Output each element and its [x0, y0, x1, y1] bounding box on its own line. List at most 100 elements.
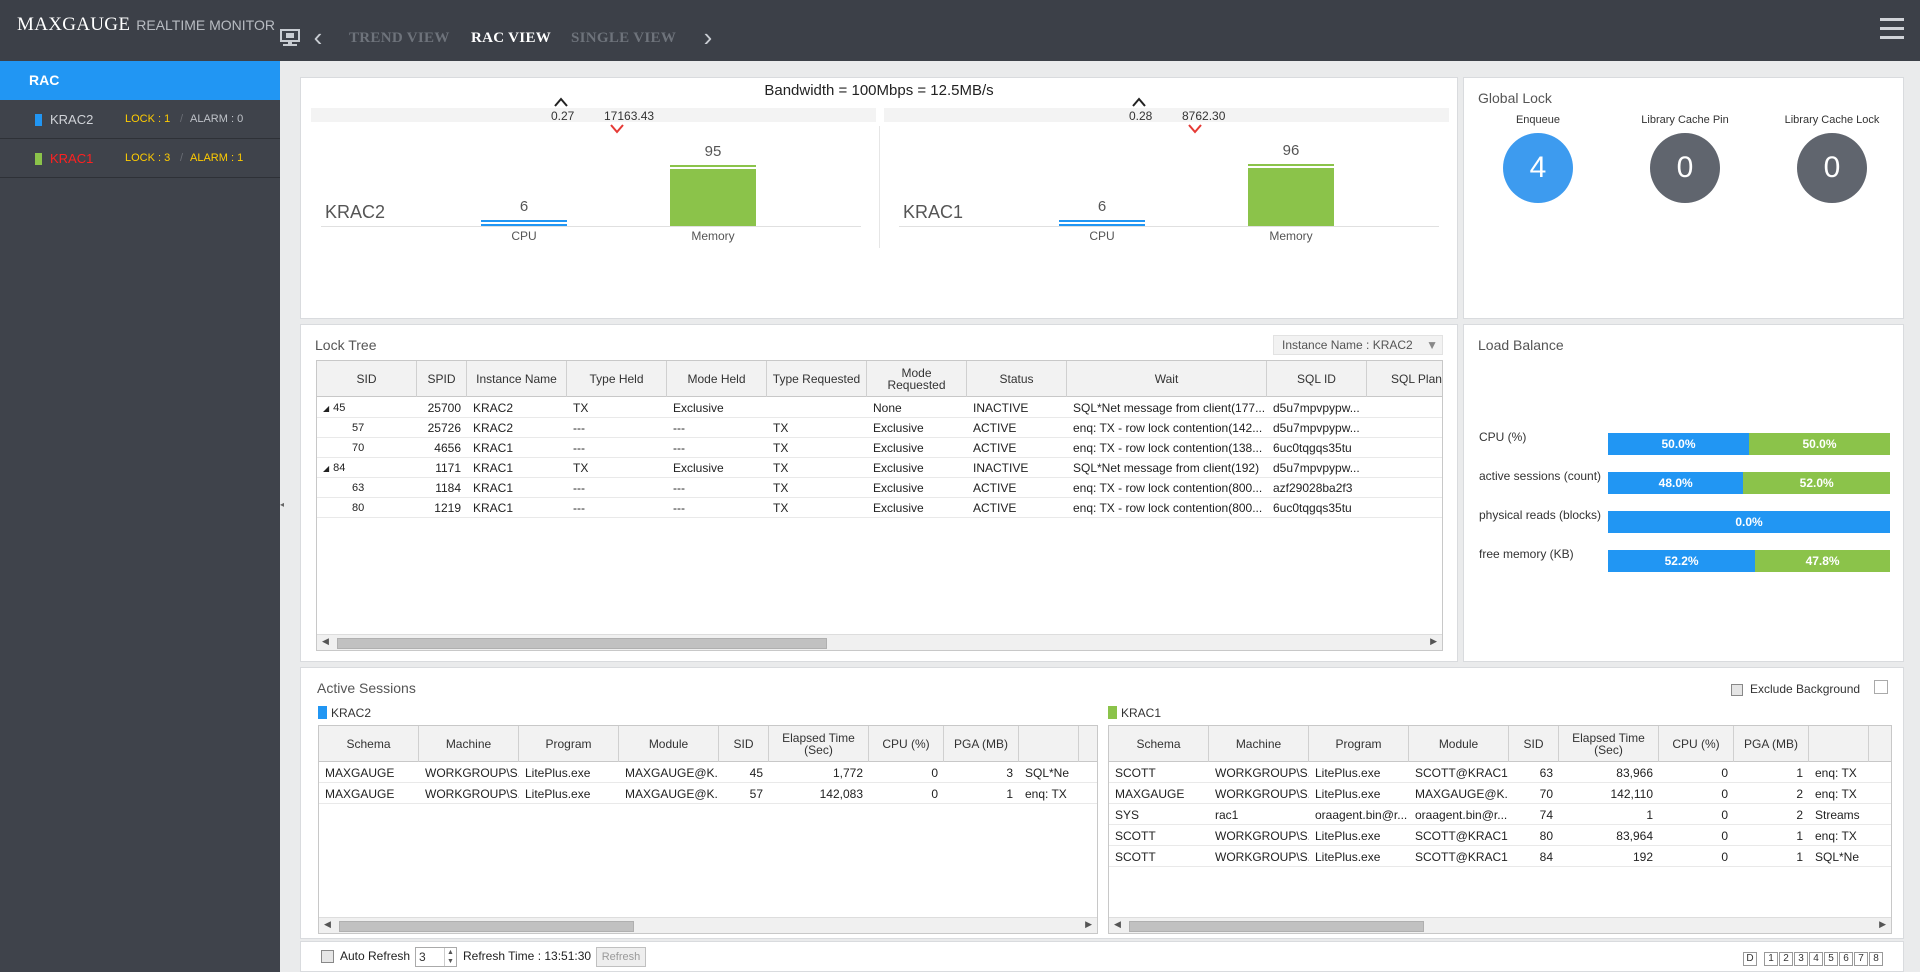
layout-page-button[interactable]: 4: [1809, 952, 1823, 966]
table-row[interactable]: SCOTT WORKGROUP\S... LitePlus.exe SCOTT@KRA…: [1109, 826, 1891, 846]
column-header[interactable]: Type Held: [567, 361, 667, 397]
column-header[interactable]: [1809, 726, 1869, 762]
table-row[interactable]: MAXGAUGE WORKGROUP\S... LitePlus.exe MAXGAU…: [319, 763, 1097, 783]
column-header[interactable]: SID: [317, 361, 417, 397]
refresh-button[interactable]: Refresh: [596, 947, 646, 967]
auto-refresh-checkbox[interactable]: [321, 950, 334, 963]
stepper-arrows-icon[interactable]: ▲ ▼: [444, 948, 456, 966]
table-row[interactable]: ◢ 45 25700 KRAC2 TX Exclusive None INACTIVE SQL*…: [317, 398, 1442, 418]
layout-page-button[interactable]: 6: [1839, 952, 1853, 966]
hamburger-menu-icon[interactable]: [1880, 18, 1904, 40]
scroll-right-icon[interactable]: ▶: [1430, 636, 1437, 647]
column-header[interactable]: Elapsed Time (Sec): [769, 726, 869, 762]
column-header[interactable]: CPU (%): [869, 726, 944, 762]
grid-header: SID SPID Instance Name Type Held Mode Held Ty…: [317, 361, 1442, 397]
horizontal-scrollbar[interactable]: ◀ ▶: [317, 634, 1442, 650]
table-row[interactable]: MAXGAUGE WORKGROUP\S... LitePlus.exe MAXGAU…: [319, 784, 1097, 804]
scrollbar-thumb[interactable]: [337, 638, 827, 649]
table-row[interactable]: SYS rac1 oraagent.bin@r... oraagent.bin@r..…: [1109, 805, 1891, 825]
sidebar-item-krac2[interactable]: KRAC2 LOCK : 1 / ALARM : 0: [0, 100, 280, 139]
table-cell: Exclusive: [873, 421, 924, 435]
column-header[interactable]: Program: [1309, 726, 1409, 762]
table-row[interactable]: SCOTT WORKGROUP\S... LitePlus.exe SCOTT@KRA…: [1109, 847, 1891, 867]
layout-page-button[interactable]: 2: [1779, 952, 1793, 966]
tab-rac-view[interactable]: RAC VIEW: [471, 30, 551, 47]
table-row[interactable]: 70 4656 KRAC1 --- --- TX Exclusive ACTIVE enq: T…: [317, 438, 1442, 458]
column-header[interactable]: Wait: [1067, 361, 1267, 397]
column-header[interactable]: Module: [1409, 726, 1509, 762]
scrollbar-thumb[interactable]: [1129, 921, 1424, 932]
caret-up-icon: [554, 97, 568, 107]
scroll-right-icon[interactable]: ▶: [1085, 919, 1092, 930]
load-balance-bar: 50.0% 50.0%: [1608, 433, 1890, 455]
column-header[interactable]: Machine: [1209, 726, 1309, 762]
column-header[interactable]: Schema: [1109, 726, 1209, 762]
scroll-left-icon[interactable]: ◀: [1114, 919, 1121, 930]
bandwidth-title: Bandwidth = 100Mbps = 12.5MB/s: [764, 82, 994, 99]
chevron-right-icon[interactable]: ›: [696, 24, 720, 52]
chevron-down-icon[interactable]: ▼: [1426, 336, 1438, 354]
layout-page-button[interactable]: 7: [1854, 952, 1868, 966]
column-header[interactable]: Mode Held: [667, 361, 767, 397]
table-row[interactable]: 57 25726 KRAC2 --- --- TX Exclusive ACTIVE enq: …: [317, 418, 1442, 438]
column-header[interactable]: Module: [619, 726, 719, 762]
column-header[interactable]: Elapsed Time (Sec): [1559, 726, 1659, 762]
tree-expand-icon[interactable]: ◢: [323, 464, 329, 473]
export-icon[interactable]: [1874, 680, 1888, 694]
sidebar-item-krac1[interactable]: KRAC1 LOCK : 3 / ALARM : 1: [0, 139, 280, 178]
library-cache-pin-count[interactable]: 0: [1650, 133, 1720, 203]
enqueue-count[interactable]: 4: [1503, 133, 1573, 203]
column-header[interactable]: SID: [1509, 726, 1559, 762]
column-header[interactable]: SPID: [417, 361, 467, 397]
column-header[interactable]: Schema: [319, 726, 419, 762]
column-header[interactable]: PGA (MB): [1734, 726, 1809, 762]
table-row[interactable]: ◢ 84 1171 KRAC1 TX Exclusive TX Exclusive INACTI…: [317, 458, 1442, 478]
lock-tree-grid[interactable]: SID SPID Instance Name Type Held Mode Held Ty…: [316, 360, 1443, 651]
table-row[interactable]: 63 1184 KRAC1 --- --- TX Exclusive ACTIVE enq: T…: [317, 478, 1442, 498]
table-cell: ◢ 84: [317, 458, 417, 478]
refresh-interval-stepper[interactable]: 3 ▲ ▼: [415, 947, 457, 967]
scroll-right-icon[interactable]: ▶: [1879, 919, 1886, 930]
column-header[interactable]: Status: [967, 361, 1067, 397]
session-grid-krac2[interactable]: Schema Machine Program Module SID Elapsed Tim…: [318, 725, 1098, 934]
scrollbar-thumb[interactable]: [339, 921, 634, 932]
table-row[interactable]: SCOTT WORKGROUP\S... LitePlus.exe SCOTT@KRA…: [1109, 763, 1891, 783]
table-row[interactable]: MAXGAUGE WORKGROUP\S... LitePlus.exe MAXGAU…: [1109, 784, 1891, 804]
session-grid-krac1[interactable]: Schema Machine Program Module SID Elapsed Tim…: [1108, 725, 1892, 934]
column-header[interactable]: Machine: [419, 726, 519, 762]
tab-single-view[interactable]: SINGLE VIEW: [571, 30, 676, 47]
layout-page-button[interactable]: 5: [1824, 952, 1838, 966]
column-header[interactable]: SQL ID: [1267, 361, 1367, 397]
column-header[interactable]: Program: [519, 726, 619, 762]
grid-header: Schema Machine Program Module SID Elapsed Tim…: [1109, 726, 1891, 762]
layout-page-button[interactable]: 1: [1764, 952, 1778, 966]
column-header[interactable]: SID: [719, 726, 769, 762]
sidebar-item-rac[interactable]: RAC: [0, 61, 280, 100]
horizontal-scrollbar[interactable]: ◀ ▶: [319, 917, 1097, 933]
layout-page-button[interactable]: D: [1743, 952, 1757, 966]
column-header[interactable]: SQL Plan: [1367, 361, 1442, 397]
scroll-left-icon[interactable]: ◀: [324, 919, 331, 930]
library-cache-lock-count[interactable]: 0: [1797, 133, 1867, 203]
table-cell: 6uc0tqgqs35tu: [1273, 441, 1352, 455]
instance-a-share: 0.0%: [1608, 511, 1890, 533]
sidebar-collapse-handle[interactable]: ◂: [280, 500, 285, 530]
layout-page-button[interactable]: 3: [1794, 952, 1808, 966]
column-header[interactable]: PGA (MB): [944, 726, 1019, 762]
table-row[interactable]: 80 1219 KRAC1 --- --- TX Exclusive ACTIVE enq: T…: [317, 498, 1442, 518]
layout-page-button[interactable]: 8: [1869, 952, 1883, 966]
tab-trend-view[interactable]: TREND VIEW: [349, 30, 450, 47]
tree-expand-icon[interactable]: ◢: [323, 404, 329, 413]
instance-name-select[interactable]: Instance Name : KRAC2 ▼: [1273, 335, 1443, 355]
chevron-left-icon[interactable]: ‹: [306, 24, 330, 52]
exclude-background-checkbox[interactable]: [1731, 684, 1743, 696]
column-header[interactable]: CPU (%): [1659, 726, 1734, 762]
column-header[interactable]: Mode Requested: [867, 361, 967, 397]
horizontal-scrollbar[interactable]: ◀ ▶: [1109, 917, 1891, 933]
column-header[interactable]: [1019, 726, 1079, 762]
monitor-icon[interactable]: [280, 28, 300, 48]
active-sessions-panel: Active Sessions Exclude Background KRAC2…: [300, 667, 1904, 939]
scroll-left-icon[interactable]: ◀: [322, 636, 329, 647]
column-header[interactable]: Instance Name: [467, 361, 567, 397]
column-header[interactable]: Type Requested: [767, 361, 867, 397]
